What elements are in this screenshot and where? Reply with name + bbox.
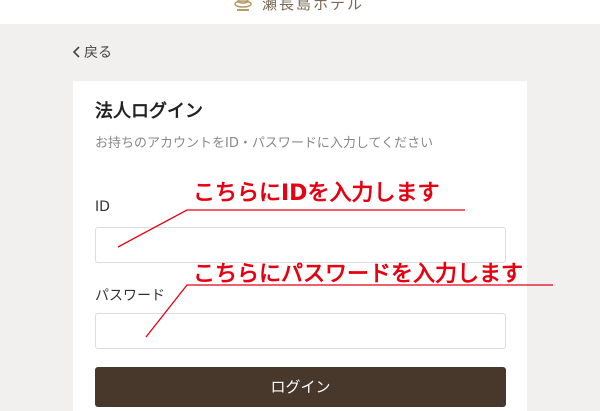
brand[interactable]: 瀬長島ホテル <box>232 0 364 14</box>
back-link[interactable]: 戻る <box>72 42 112 62</box>
brand-name: 瀬長島ホテル <box>261 0 364 13</box>
back-label: 戻る <box>84 45 112 61</box>
password-input[interactable] <box>95 313 506 349</box>
id-label: ID <box>95 199 110 215</box>
id-annotation: こちらにIDを入力します <box>193 181 440 206</box>
password-annotation: こちらにパスワードを入力します <box>193 262 524 287</box>
login-button[interactable]: ログイン <box>95 367 506 407</box>
site-header: 瀬長島ホテル <box>0 0 600 24</box>
hotel-logo-icon <box>234 0 252 11</box>
card-description: お持ちのアカウントをID・パスワードに入力してください <box>95 136 434 151</box>
password-label: パスワード <box>95 288 165 304</box>
card-title: 法人ログイン <box>95 101 203 122</box>
chevron-left-icon <box>72 46 80 58</box>
